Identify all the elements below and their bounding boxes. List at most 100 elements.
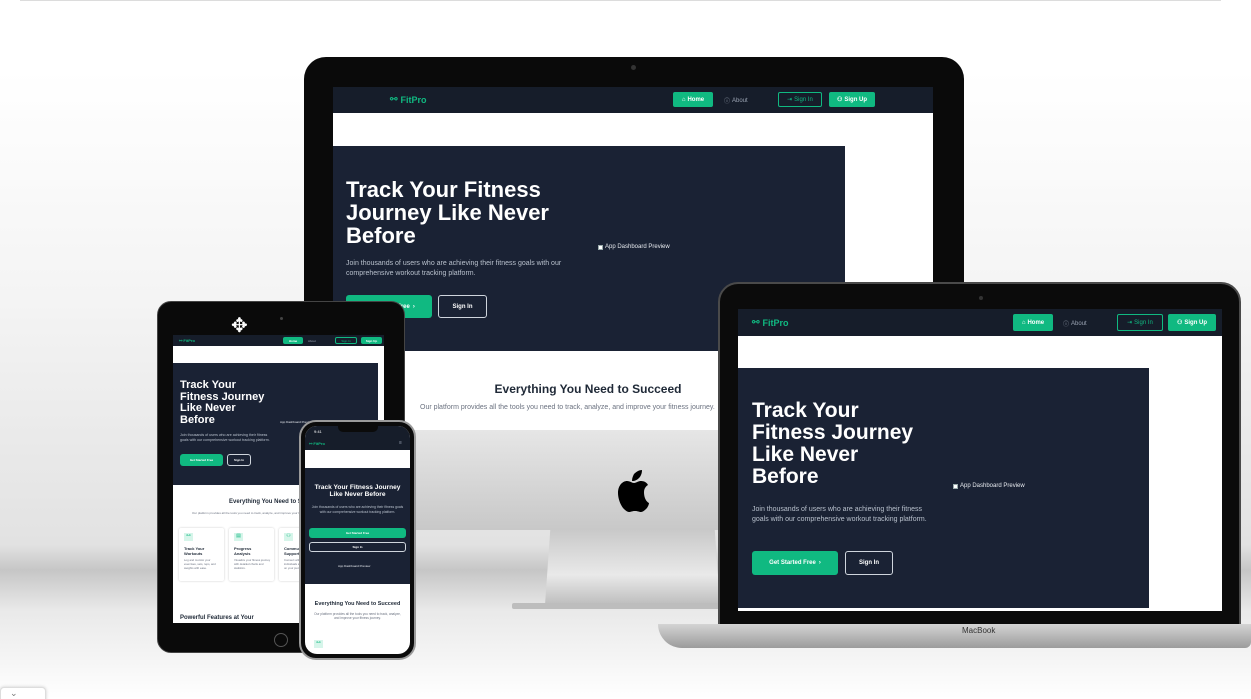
phone-time: 9:41	[314, 429, 322, 434]
dumbbell-icon: ⚯	[309, 441, 313, 446]
login-icon: ⇥	[787, 97, 793, 103]
hero-subtitle: Join thousands of users who are achievin…	[180, 433, 270, 443]
nav-sign-in-button[interactable]: ⇥ Sign In	[1117, 314, 1163, 331]
dashboard-preview-alt: App Dashboard Preview	[960, 483, 1025, 489]
imac-stand	[545, 530, 720, 605]
dashboard-preview-image: App Dashboard Preview	[953, 483, 1025, 489]
nav-sign-in-label: Sign In	[794, 96, 813, 103]
hero-get-started-button[interactable]: Get Started Free	[309, 528, 406, 538]
nav-home-label: Home	[1027, 319, 1045, 326]
nav-sign-up-button[interactable]: ⚇ Sign Up	[1168, 314, 1216, 331]
laptop-label: MacBook	[962, 626, 996, 635]
hero-sign-in-label: Sign In	[352, 545, 363, 549]
imac-navbar: ⚯ FitPro ⌂ Home ⓘ About ⇥ Sign In ⚇ Sign Up	[333, 87, 933, 113]
nav-about-label: About	[1071, 320, 1087, 327]
phone-section-title: Everything You Need to Succeed	[314, 601, 401, 607]
feature-card: ⚯ Track Your Workouts Log and monitor yo…	[179, 528, 224, 581]
nav-home-button[interactable]: Home	[283, 337, 303, 344]
login-icon: ⇥	[1127, 320, 1133, 326]
feature-card: ▤ Progress Analysis Visualize your fitne…	[229, 528, 274, 581]
laptop-hero: Track Your Fitness Journey Like Never Be…	[738, 368, 1149, 608]
move-cursor-icon: ✥	[231, 315, 248, 337]
nav-about-link[interactable]: ⓘ About	[724, 96, 748, 106]
nav-sign-in-label: Sign In	[1134, 319, 1153, 326]
menu-icon[interactable]: ≡	[399, 440, 402, 446]
nav-sign-up-button[interactable]: Sign Up	[361, 337, 382, 344]
brand-logo[interactable]: ⚯ FitPro	[752, 317, 789, 328]
chevron-right-icon: ›	[412, 303, 415, 310]
hero-subtitle: Join thousands of users who are achievin…	[311, 505, 404, 514]
hero-cta-label: Get Started Free	[189, 458, 214, 462]
hero-title: Track Your Fitness Journey Like Never Be…	[752, 399, 914, 489]
nav-about-label: About	[732, 97, 748, 104]
hero-sign-in-label: Sign In	[452, 303, 473, 310]
laptop-navbar: ⚯ FitPro ⌂ Home ⓘ About ⇥ Sign In ⚇ Sign Up	[738, 309, 1222, 336]
hero-subtitle: Join thousands of users who are achievin…	[752, 506, 927, 524]
info-icon: ⓘ	[1063, 322, 1070, 328]
section-subtitle: Our platform provides all the tools you …	[420, 404, 715, 411]
laptop-screen: ⚯ FitPro ⌂ Home ⓘ About ⇥ Sign In ⚇ Sign Up T…	[738, 309, 1222, 611]
brand-logo[interactable]: ⚯ FitPro	[309, 441, 325, 446]
tablet-home-button[interactable]	[274, 633, 288, 647]
feature-text: Log and monitor your exercises, sets, re…	[184, 558, 216, 570]
nav-sign-up-button[interactable]: ⚇ Sign Up	[829, 92, 875, 107]
hero-sign-in-button[interactable]: Sign In	[438, 295, 487, 318]
hero-sign-in-label: Sign In	[234, 458, 244, 462]
hero-subtitle: Join thousands of users who are achievin…	[346, 260, 562, 278]
nav-sign-in-button[interactable]: Sign In	[335, 337, 357, 344]
phone-hero: Track Your Fitness Journey Like Never Be…	[305, 468, 410, 584]
nav-home-label: Home	[288, 338, 298, 343]
feature-text: Visualize your fitness journey with deta…	[234, 558, 271, 570]
section-title: Everything You Need to Succeed	[494, 382, 682, 396]
dumbbell-icon: ⚯	[179, 338, 183, 343]
dashboard-preview-image: App Dashboard Preview	[598, 244, 670, 250]
brand-name: FitPro	[183, 338, 195, 343]
broken-image-icon	[953, 483, 958, 489]
info-icon: ⓘ	[724, 99, 731, 105]
phone-screen: 9:41 ⚯ FitPro ≡ Track Your Fitness Journe…	[305, 426, 410, 654]
chart-icon: ▤	[234, 533, 243, 541]
nav-home-label: Home	[687, 96, 705, 103]
nav-about-link[interactable]: About	[308, 339, 316, 343]
brand-logo[interactable]: ⚯ FitPro	[179, 338, 195, 343]
nav-sign-in-button[interactable]: ⇥ Sign In	[778, 92, 822, 107]
nav-home-button[interactable]: ⌂ Home	[1013, 314, 1053, 331]
home-icon: ⌂	[1021, 319, 1026, 326]
brand-name: FitPro	[762, 317, 789, 328]
hero-title: Track Your Fitness Journey Like Never Be…	[180, 379, 265, 426]
brand-logo[interactable]: ⚯ FitPro	[390, 94, 427, 105]
phone-navbar: ⚯ FitPro ≡	[305, 437, 410, 450]
dumbbell-icon: ⚯	[314, 640, 323, 648]
feature-title: Progress Analysis	[234, 546, 252, 556]
hero-sign-in-button[interactable]: Sign In	[227, 454, 251, 466]
hero-get-started-button[interactable]: Get Started Free›	[752, 551, 838, 575]
tablet-navbar: ⚯ FitPro Home About Sign In Sign Up	[173, 335, 384, 346]
hero-sign-in-button[interactable]: Sign In	[309, 542, 406, 552]
laptop-base: MacBook	[658, 624, 1251, 648]
nav-sign-up-label: Sign Up	[844, 96, 868, 103]
dumbbell-icon: ⚯	[752, 317, 760, 327]
nav-home-button[interactable]: ⌂ Home	[673, 92, 713, 107]
nav-sign-up-label: Sign Up	[1184, 319, 1208, 326]
dumbbell-icon: ⚯	[390, 94, 398, 104]
users-icon: ⚇	[284, 533, 293, 541]
nav-sign-up-label: Sign Up	[365, 338, 378, 343]
phone-notch	[338, 426, 378, 432]
laptop-camera	[979, 296, 983, 300]
hero-sign-in-label: Sign In	[859, 560, 879, 566]
apple-logo-icon	[616, 470, 650, 517]
tablet-camera	[280, 317, 283, 320]
feature-title: Track Your Workouts	[184, 546, 205, 556]
hero-cta-label: Get Started Free	[769, 560, 816, 566]
collapse-panel-tab[interactable]: ⌄	[0, 687, 46, 699]
hero-get-started-button[interactable]: Get Started Free	[180, 454, 223, 466]
brand-name: FitPro	[313, 441, 325, 446]
dashboard-preview-alt: App Dashboard Preview	[605, 244, 670, 250]
user-plus-icon: ⚇	[836, 97, 843, 103]
hero-title: Track Your Fitness Journey Like Never Be…	[314, 484, 401, 498]
phone-section-subtitle: Our platform provides all the tools you …	[314, 612, 401, 620]
nav-about-link[interactable]: ⓘ About	[1063, 319, 1087, 329]
hero-sign-in-button[interactable]: Sign In	[845, 551, 893, 575]
hero-cta-label: Get Started Free	[345, 531, 370, 535]
chevron-right-icon: ›	[818, 560, 821, 566]
